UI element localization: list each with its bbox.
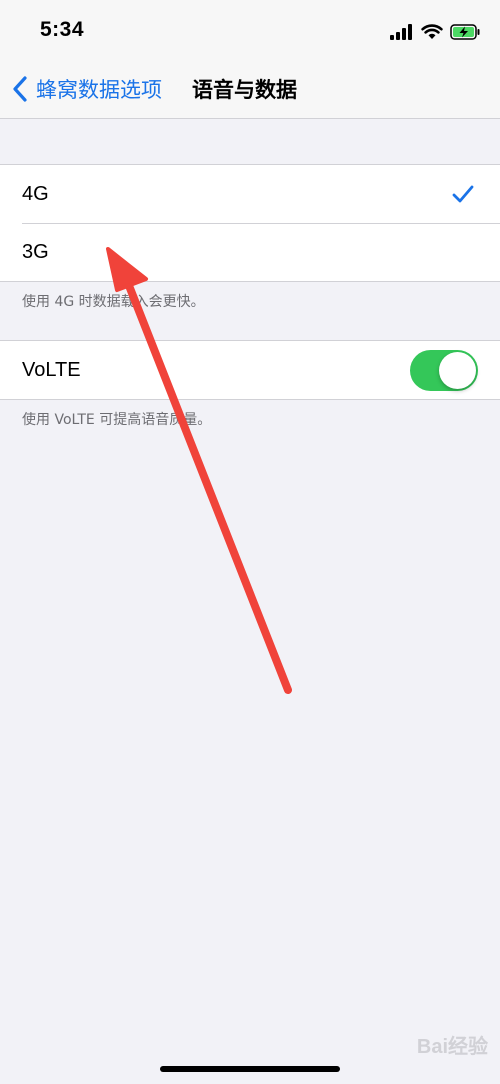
wifi-icon [421,24,443,39]
home-indicator[interactable] [160,1066,340,1072]
battery-charging-icon [450,24,480,40]
status-icons [390,20,480,44]
page-title: 语音与数据 [192,78,297,102]
volte-toggle[interactable] [410,350,478,391]
volte-group: VoLTE [0,340,500,400]
network-mode-footer: 使用 4G 时数据载入会更快。 [22,294,205,310]
back-chevron-icon[interactable] [10,75,30,103]
status-time: 5:34 [40,18,85,41]
watermark-logo: Bai经验 [416,1036,488,1058]
network-option-3g[interactable]: 3G [0,223,500,281]
volte-footer: 使用 VoLTE 可提高语音质量。 [22,412,212,428]
network-option-label: 3G [22,241,49,263]
volte-label: VoLTE [22,359,81,381]
annotation-arrow-icon [106,247,292,694]
network-option-label: 4G [22,183,49,205]
back-button[interactable]: 蜂窝数据选项 [36,74,162,104]
status-bar: 5:34 [0,0,500,60]
network-mode-group: 4G 3G [0,164,500,282]
toggle-knob [439,352,476,389]
navigation-bar: 蜂窝数据选项 语音与数据 [0,60,500,119]
volte-row: VoLTE [0,341,500,399]
signal-icon [390,24,412,40]
checkmark-icon [452,185,474,203]
network-option-4g[interactable]: 4G [0,165,500,223]
